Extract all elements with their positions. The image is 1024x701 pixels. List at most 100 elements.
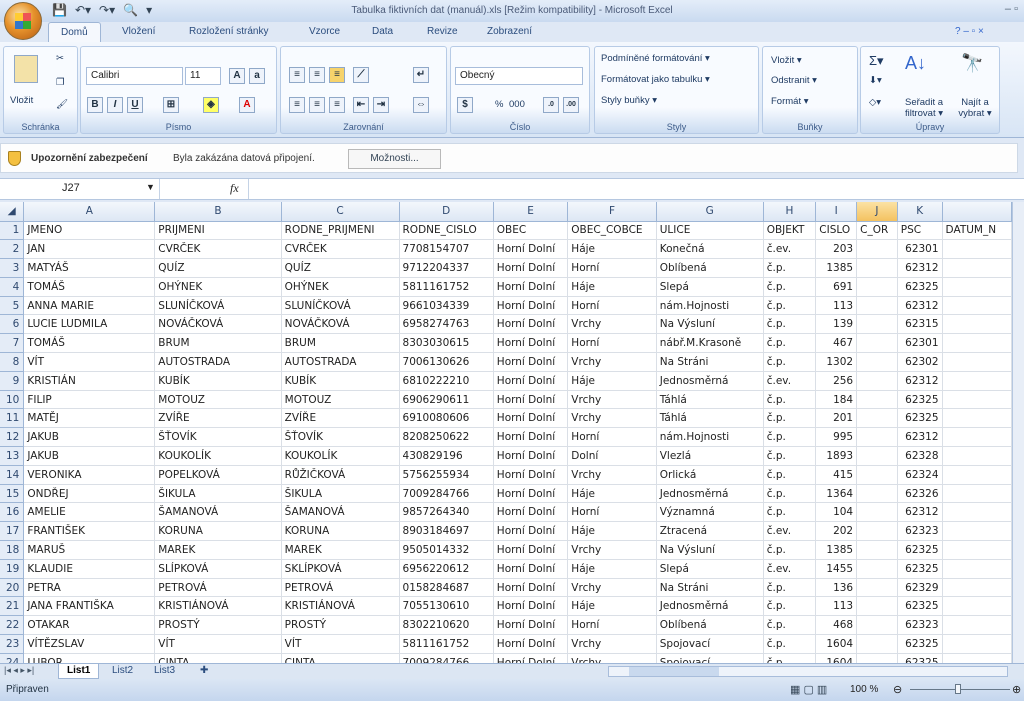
cell[interactable]: VÍT [281, 634, 400, 654]
cell[interactable]: Spojovací [656, 634, 764, 654]
cell[interactable]: č.ev. [763, 239, 817, 260]
cell[interactable]: 62326 [897, 484, 943, 504]
cell[interactable]: SLÍPKOVÁ [154, 559, 282, 579]
cell[interactable]: KORUNA [281, 521, 400, 542]
row-header[interactable]: 6 [0, 314, 25, 335]
cell[interactable]: Horní Dolní [493, 653, 569, 663]
cell[interactable]: Horní [567, 333, 657, 354]
bold-icon[interactable]: B [87, 97, 103, 113]
cell[interactable] [942, 314, 1012, 335]
cell[interactable]: SLUNÍČKOVÁ [281, 296, 400, 316]
cell[interactable]: PETROVÁ [154, 578, 282, 598]
cell[interactable]: Horní Dolní [493, 615, 569, 636]
cell[interactable]: 7009284766 [399, 484, 494, 504]
cell[interactable]: LUBOR [23, 653, 156, 663]
cell[interactable]: č.p. [763, 502, 817, 523]
grow-font-icon[interactable]: A [229, 68, 245, 84]
cell[interactable] [856, 634, 898, 654]
cell[interactable]: 7006130626 [399, 352, 494, 372]
cell[interactable] [942, 296, 1012, 316]
cell[interactable]: Táhlá [656, 408, 764, 429]
cell[interactable]: FRANTIŠEK [23, 521, 156, 542]
row-header[interactable]: 13 [0, 446, 25, 466]
cell[interactable]: Horní [567, 502, 657, 523]
cell[interactable]: Horní Dolní [493, 371, 569, 391]
cell[interactable]: VERONIKA [23, 465, 156, 485]
percent-button[interactable]: % [495, 99, 503, 110]
cell[interactable]: Ztracená [656, 521, 764, 542]
row-header[interactable]: 12 [0, 427, 25, 448]
cell[interactable]: Horní Dolní [493, 559, 569, 579]
cell[interactable]: OHÝNEK [154, 277, 282, 297]
find-icon[interactable]: 🔭 [961, 53, 983, 74]
copy-icon[interactable]: ❐ [56, 77, 65, 88]
cell[interactable]: 1302 [815, 352, 858, 372]
cell[interactable]: Horní [567, 258, 657, 278]
options-button[interactable]: Možnosti... [348, 149, 441, 169]
cell[interactable]: 62315 [897, 314, 943, 335]
cell[interactable] [942, 371, 1012, 391]
cell[interactable]: ŠŤOVÍK [281, 427, 400, 448]
spreadsheet-grid[interactable]: ◢ A B C D E F G H I J K 1 JMENO PRIJMENI RODNE_PRIJMEN… [0, 202, 1012, 663]
cell[interactable]: MATĚJ [23, 408, 156, 429]
zoom-in-icon[interactable]: ⊕ [1012, 683, 1021, 696]
cell[interactable] [856, 540, 898, 560]
cell[interactable]: 62312 [897, 502, 943, 523]
cell[interactable]: č.p. [763, 465, 817, 485]
cell[interactable]: 203 [815, 239, 858, 260]
row-header[interactable]: 23 [0, 634, 25, 654]
cell[interactable]: RODNE_CISLO [399, 221, 494, 241]
cell[interactable] [856, 390, 898, 410]
cell[interactable] [856, 596, 898, 617]
cell[interactable]: AUTOSTRADA [281, 352, 400, 372]
cell[interactable]: CVRČEK [281, 239, 400, 260]
cell[interactable]: MARUŠ [23, 540, 156, 560]
cell[interactable]: 6906290611 [399, 390, 494, 410]
row-header[interactable]: 5 [0, 296, 25, 316]
cell[interactable] [856, 465, 898, 485]
cell[interactable]: Táhlá [656, 390, 764, 410]
cell[interactable]: Významná [656, 502, 764, 523]
cell[interactable]: FILIP [23, 390, 156, 410]
cell[interactable] [856, 296, 898, 316]
cell[interactable]: 468 [815, 615, 858, 636]
row-header[interactable]: 18 [0, 540, 25, 560]
cell[interactable] [856, 446, 898, 466]
cell[interactable]: SKLÍPKOVÁ [281, 559, 400, 579]
cell[interactable]: PSC [897, 221, 943, 241]
tab-insert[interactable]: Vložení [122, 26, 155, 37]
tab-home[interactable]: Domů [48, 22, 101, 44]
cell[interactable]: TOMÁŠ [23, 333, 156, 354]
cell[interactable] [942, 484, 1012, 504]
column-header[interactable]: H [763, 202, 817, 222]
accounting-format-icon[interactable]: $ [457, 97, 473, 113]
fill-color-icon[interactable]: ◈ [203, 97, 219, 113]
cell[interactable]: Horní Dolní [493, 333, 569, 354]
zoom-out-icon[interactable]: ⊖ [893, 683, 902, 696]
sort-filter-icon[interactable]: A↓ [905, 53, 926, 74]
cell[interactable]: č.p. [763, 484, 817, 504]
align-bottom-icon[interactable]: ≡ [329, 67, 345, 83]
cell[interactable]: Horní Dolní [493, 540, 569, 560]
row-header[interactable]: 2 [0, 239, 25, 260]
cell[interactable]: č.p. [763, 277, 817, 297]
cell[interactable]: Konečná [656, 239, 764, 260]
sheet-tab-list1[interactable]: List1 [58, 664, 100, 679]
delete-cells-button[interactable]: Odstranit ▾ [771, 75, 817, 86]
cell[interactable]: 62302 [897, 352, 943, 372]
cell[interactable]: OBJEKT [763, 221, 817, 241]
cell[interactable]: č.p. [763, 653, 817, 663]
cell[interactable]: AMELIE [23, 502, 156, 523]
cell[interactable]: 8302210620 [399, 615, 494, 636]
cell[interactable]: ŠŤOVÍK [154, 427, 282, 448]
find-select-button[interactable]: Najít a vybrat ▾ [953, 97, 997, 119]
cell[interactable]: MAREK [281, 540, 400, 560]
cell[interactable]: Vrchy [567, 540, 657, 560]
cell[interactable]: MOTOUZ [281, 390, 400, 410]
cell[interactable]: č.p. [763, 578, 817, 598]
cell[interactable]: 9857264340 [399, 502, 494, 523]
cell[interactable]: 995 [815, 427, 858, 448]
cell[interactable]: Horní Dolní [493, 352, 569, 372]
cell[interactable]: 104 [815, 502, 858, 523]
cell[interactable]: PETRA [23, 578, 156, 598]
